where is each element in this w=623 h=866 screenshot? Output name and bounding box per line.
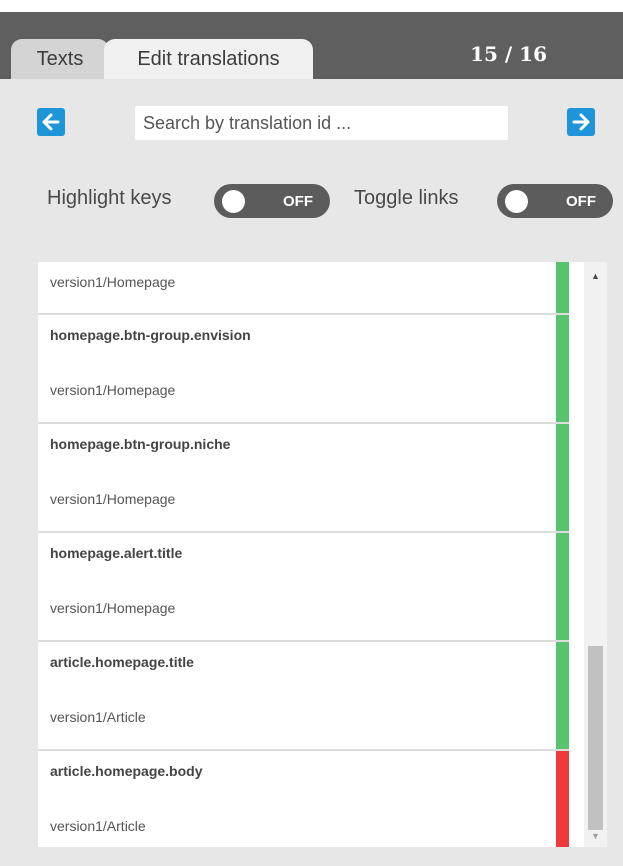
toggle-knob: [505, 190, 528, 213]
toggle-state: OFF: [566, 193, 596, 210]
arrow-right-icon: [572, 113, 590, 131]
translations-panel: Texts Edit translations 15 / 16 Highligh…: [0, 12, 623, 866]
scroll-thumb[interactable]: [588, 646, 603, 830]
toggle-knob: [222, 190, 245, 213]
translation-path: version1/Article: [50, 709, 146, 725]
status-indicator: [556, 533, 569, 640]
translation-key: homepage.alert.title: [50, 545, 183, 561]
translation-key: homepage.btn-group.niche: [50, 436, 231, 452]
list-item[interactable]: article.homepage.body version1/Article: [38, 751, 569, 847]
list-item[interactable]: version1/Homepage: [38, 262, 569, 315]
prev-button[interactable]: [37, 108, 65, 136]
toggle-links-toggle[interactable]: OFF: [497, 184, 613, 218]
status-indicator: [556, 424, 569, 531]
translation-path: version1/Homepage: [50, 382, 176, 398]
tab-texts-label: Texts: [36, 47, 84, 70]
translation-path: version1/Homepage: [50, 274, 176, 290]
page-counter: 15 / 16: [470, 42, 547, 66]
next-button[interactable]: [567, 108, 595, 136]
list-item[interactable]: homepage.alert.title version1/Homepage: [38, 533, 569, 642]
translation-key: article.homepage.title: [50, 654, 194, 670]
translation-path: version1/Article: [50, 818, 146, 834]
tab-edit-translations[interactable]: Edit translations: [104, 39, 313, 79]
search-input[interactable]: [135, 106, 508, 140]
tab-texts[interactable]: Texts: [11, 39, 109, 79]
toggle-links-label: Toggle links: [354, 187, 459, 209]
header-bar: Texts Edit translations 15 / 16: [0, 12, 623, 79]
status-indicator: [556, 315, 569, 422]
toggle-row: Highlight keys OFF Toggle links OFF: [0, 180, 623, 224]
list-item[interactable]: article.homepage.title version1/Article: [38, 642, 569, 751]
highlight-keys-label: Highlight keys: [47, 187, 172, 209]
status-indicator: [556, 642, 569, 749]
list-item[interactable]: homepage.btn-group.niche version1/Homepa…: [38, 424, 569, 533]
highlight-keys-toggle[interactable]: OFF: [214, 184, 330, 218]
tab-edit-translations-label: Edit translations: [137, 47, 280, 70]
status-indicator: [556, 751, 569, 847]
list-item[interactable]: homepage.btn-group.envision version1/Hom…: [38, 315, 569, 424]
translation-path: version1/Homepage: [50, 491, 176, 507]
translation-key: article.homepage.body: [50, 763, 203, 779]
translation-path: version1/Homepage: [50, 600, 176, 616]
translation-key: homepage.btn-group.envision: [50, 327, 251, 343]
scroll-down-arrow-icon[interactable]: ▼: [584, 827, 607, 844]
status-indicator: [556, 262, 569, 313]
translation-list[interactable]: version1/Homepage homepage.btn-group.env…: [38, 262, 607, 847]
arrow-left-icon: [42, 113, 60, 131]
scrollbar[interactable]: ▲ ▼: [584, 262, 607, 847]
scroll-up-arrow-icon[interactable]: ▲: [584, 267, 607, 284]
toggle-state: OFF: [283, 193, 313, 210]
